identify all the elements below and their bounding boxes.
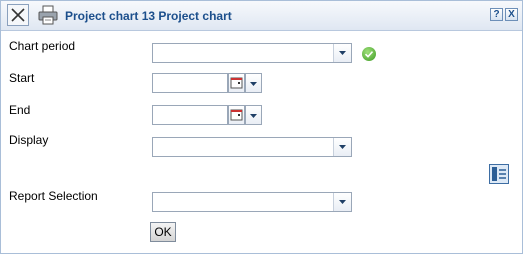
chart-period-label: Chart period (9, 39, 76, 53)
check-circle-icon (362, 47, 376, 61)
start-dropdown-button[interactable] (245, 73, 262, 93)
report-selection-label: Report Selection (9, 189, 98, 203)
chevron-down-icon[interactable] (333, 193, 351, 211)
end-dropdown-button[interactable] (245, 105, 262, 125)
report-selection-select[interactable] (152, 192, 352, 212)
calendar-icon[interactable] (228, 105, 245, 125)
chevron-down-icon[interactable] (333, 138, 351, 156)
end-label: End (9, 103, 31, 117)
report-icon[interactable] (489, 164, 509, 184)
project-chart-dialog: Project chart 13 Project chart ? X Chart… (0, 0, 523, 254)
close-icon[interactable] (7, 4, 29, 26)
printer-icon[interactable] (37, 4, 59, 26)
display-label: Display (9, 133, 49, 147)
ok-button[interactable]: OK (150, 222, 176, 242)
start-date-input[interactable] (152, 73, 228, 93)
calendar-icon[interactable] (228, 73, 245, 93)
display-select[interactable] (152, 137, 352, 157)
end-date-input[interactable] (152, 105, 228, 125)
chart-period-select[interactable] (152, 43, 352, 63)
help-button[interactable]: ? (490, 8, 503, 21)
chevron-down-icon[interactable] (333, 44, 351, 62)
dialog-titlebar: Project chart 13 Project chart ? X (1, 1, 522, 31)
dialog-title: Project chart 13 Project chart (65, 9, 232, 23)
close-button[interactable]: X (505, 8, 518, 21)
start-label: Start (9, 71, 35, 85)
